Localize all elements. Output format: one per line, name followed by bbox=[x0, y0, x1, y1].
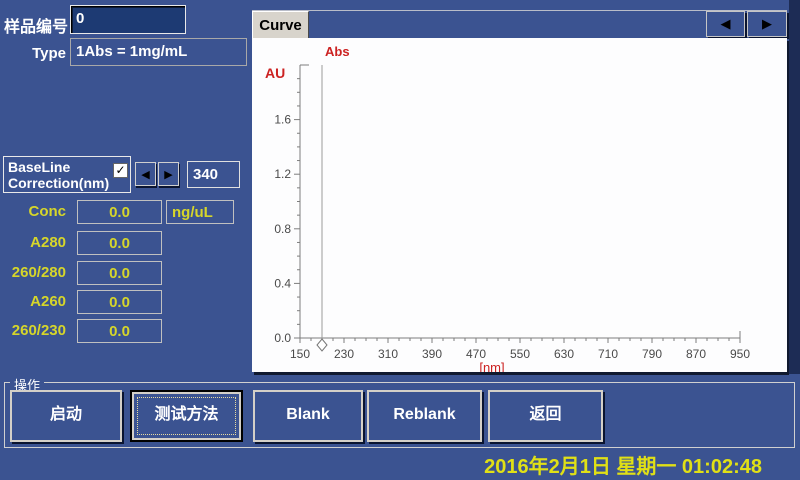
type-field[interactable]: 1Abs = 1mg/mL bbox=[70, 38, 247, 66]
blank-button[interactable]: Blank bbox=[253, 390, 363, 442]
wavelength-cursor[interactable] bbox=[317, 65, 327, 351]
right-edge-shadow bbox=[789, 0, 800, 374]
baseline-decrease-button[interactable]: ◀ bbox=[135, 162, 156, 186]
baseline-checkbox[interactable]: ✓ bbox=[113, 163, 128, 178]
type-label: Type bbox=[0, 45, 66, 62]
return-button[interactable]: 返回 bbox=[488, 390, 603, 442]
start-button[interactable]: 启动 bbox=[10, 390, 122, 442]
a260-label: A260 bbox=[0, 293, 66, 310]
baseline-label-line1: BaseLine bbox=[8, 159, 70, 175]
chart-page-left-button[interactable]: ◀ bbox=[706, 11, 745, 37]
svg-text:310: 310 bbox=[378, 347, 398, 361]
left-arrow-icon: ◀ bbox=[141, 169, 149, 181]
wavelength-cursor-handle[interactable] bbox=[317, 339, 327, 351]
chart-page-right-button[interactable]: ▶ bbox=[747, 11, 787, 37]
x-axis-unit-label: [nm] bbox=[479, 360, 504, 372]
left-arrow-icon: ◀ bbox=[721, 16, 731, 31]
test-method-button-label: 测试方法 bbox=[154, 406, 218, 423]
sample-number-input[interactable]: 0 bbox=[70, 5, 186, 34]
svg-text:550: 550 bbox=[510, 347, 530, 361]
conc-value: 0.0 bbox=[77, 200, 162, 224]
svg-text:150: 150 bbox=[290, 347, 310, 361]
series-title-label: Abs bbox=[325, 44, 350, 59]
baseline-increase-button[interactable]: ▶ bbox=[158, 162, 179, 186]
a280-value: 0.0 bbox=[77, 231, 162, 255]
svg-text:1.2: 1.2 bbox=[274, 167, 291, 181]
svg-text:630: 630 bbox=[554, 347, 574, 361]
conc-label: Conc bbox=[0, 203, 66, 220]
svg-text:710: 710 bbox=[598, 347, 618, 361]
right-arrow-icon: ▶ bbox=[164, 169, 172, 181]
start-button-label: 启动 bbox=[50, 406, 82, 423]
conc-unit: ng/uL bbox=[166, 200, 234, 224]
svg-text:390: 390 bbox=[422, 347, 442, 361]
svg-text:0.0: 0.0 bbox=[274, 331, 291, 345]
ratio-260-280-value: 0.0 bbox=[77, 261, 162, 285]
tab-curve[interactable]: Curve bbox=[252, 11, 309, 38]
baseline-wavelength-field[interactable]: 340 bbox=[187, 161, 240, 188]
svg-text:470: 470 bbox=[466, 347, 486, 361]
datetime-display: 2016年2月1日 星期一 01:02:48 bbox=[484, 450, 762, 479]
return-button-label: 返回 bbox=[529, 406, 561, 423]
ratio-260-230-value: 0.0 bbox=[77, 319, 162, 343]
sample-number-label: 样品编号 bbox=[4, 13, 68, 37]
svg-text:0.4: 0.4 bbox=[274, 276, 291, 290]
reblank-button[interactable]: Reblank bbox=[367, 390, 482, 442]
baseline-correction-group: BaseLine Correction(nm) bbox=[3, 156, 131, 193]
blank-button-label: Blank bbox=[286, 406, 330, 423]
svg-text:1.6: 1.6 bbox=[274, 113, 291, 127]
svg-text:790: 790 bbox=[642, 347, 662, 361]
test-method-button[interactable]: 测试方法 bbox=[130, 390, 243, 442]
spectrum-chart-panel: 150 230 310 390 470 550 630 710 790 870 950 0.0 0.4 0… bbox=[252, 38, 787, 372]
a260-value: 0.0 bbox=[77, 290, 162, 314]
a280-label: A280 bbox=[0, 234, 66, 251]
y-axis-unit-label: AU bbox=[265, 65, 285, 81]
ratio-260-230-label: 260/230 bbox=[0, 322, 66, 339]
checkbox-check-icon: ✓ bbox=[115, 163, 125, 177]
ratio-260-280-label: 260/280 bbox=[0, 264, 66, 281]
baseline-label-line2: Correction(nm) bbox=[8, 175, 109, 191]
reblank-button-label: Reblank bbox=[393, 406, 455, 423]
svg-text:950: 950 bbox=[730, 347, 750, 361]
spectrum-plot: 150 230 310 390 470 550 630 710 790 870 950 0.0 0.4 0… bbox=[252, 38, 787, 372]
svg-text:870: 870 bbox=[686, 347, 706, 361]
svg-text:230: 230 bbox=[334, 347, 354, 361]
right-arrow-icon: ▶ bbox=[762, 16, 772, 31]
svg-text:0.8: 0.8 bbox=[274, 222, 291, 236]
